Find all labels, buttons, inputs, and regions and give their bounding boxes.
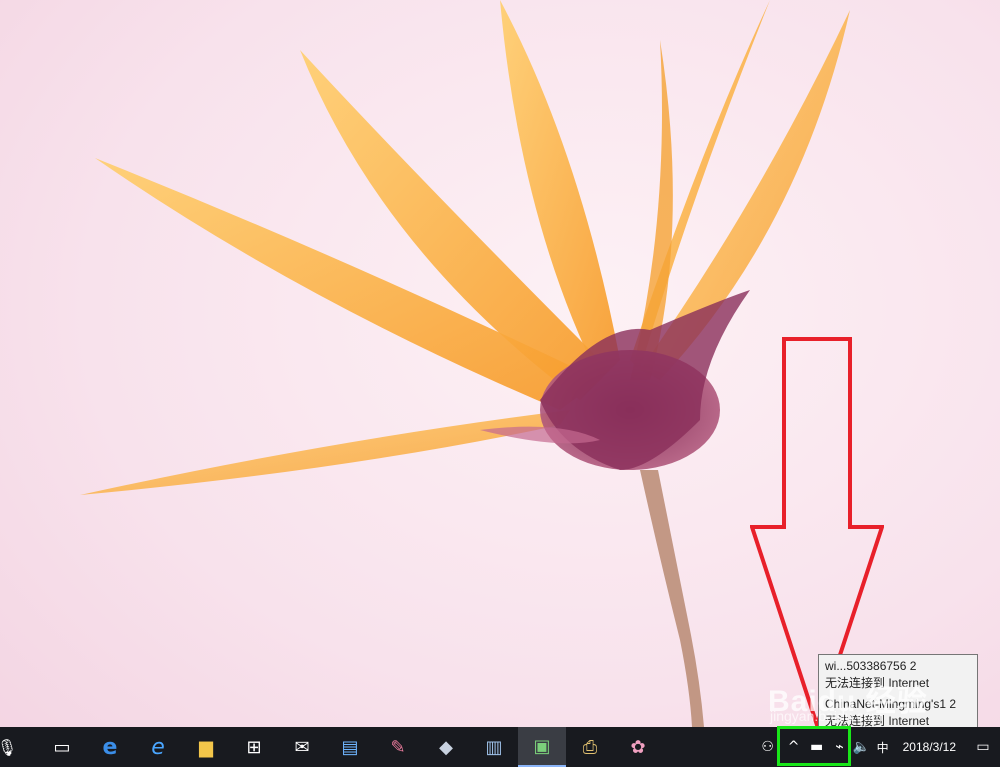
microphone-icon[interactable]: 🎙 — [0, 727, 17, 767]
monitor-app-icon[interactable]: ▤ — [326, 727, 374, 767]
people-icon[interactable]: ⚇ — [753, 727, 783, 767]
mail-icon[interactable]: ✉ — [278, 727, 326, 767]
internet-explorer-icon[interactable]: e — [134, 727, 182, 767]
media-app-icon[interactable]: ◆ — [422, 727, 470, 767]
edge-icon[interactable]: e — [86, 727, 134, 767]
paint-app-icon[interactable]: ✎ — [374, 727, 422, 767]
printer-app-icon[interactable]: ⎙ — [566, 727, 614, 767]
action-center-icon[interactable]: ▭ — [966, 727, 1000, 767]
volume-icon[interactable]: 🔈 — [851, 727, 873, 767]
tooltip-line-wifi-status: 无法连接到 Internet — [825, 676, 930, 690]
store-icon[interactable]: ⊞ — [230, 727, 278, 767]
battery-icon[interactable]: ▬ — [805, 727, 829, 767]
tooltip-line-wifi-name: wi...503386756 2 — [825, 659, 917, 673]
input-method-indicator[interactable]: 中 — [873, 727, 893, 767]
file-explorer-icon[interactable]: ▆ — [182, 727, 230, 767]
task-view-icon[interactable]: ▭ — [38, 727, 86, 767]
taskbar: 🎙 ▭ e e ▆ ⊞ ✉ ▤ ✎ ◆ ▥ ▣ ⎙ ✿ ⚇ ^ ▬ ⌁ 🔈 中 … — [0, 727, 1000, 767]
tray-overflow-chevron-icon[interactable]: ^ — [783, 727, 805, 767]
notepad-app-icon[interactable]: ▥ — [470, 727, 518, 767]
desktop-wallpaper — [80, 0, 850, 727]
clock-date[interactable]: 2018/3/12 — [893, 727, 966, 767]
palette-app-icon[interactable]: ✿ — [614, 727, 662, 767]
network-status-tooltip: wi...503386756 2 无法连接到 Internet ChinaNet… — [818, 654, 978, 728]
tooltip-line-chinanet-name: ChinaNet-Mingming's1 2 — [825, 697, 957, 711]
system-tray: ⚇ ^ ▬ ⌁ 🔈 中 2018/3/12 ▭ — [753, 727, 1000, 767]
active-window-icon[interactable]: ▣ — [518, 727, 566, 767]
network-icon[interactable]: ⌁ — [829, 727, 851, 767]
